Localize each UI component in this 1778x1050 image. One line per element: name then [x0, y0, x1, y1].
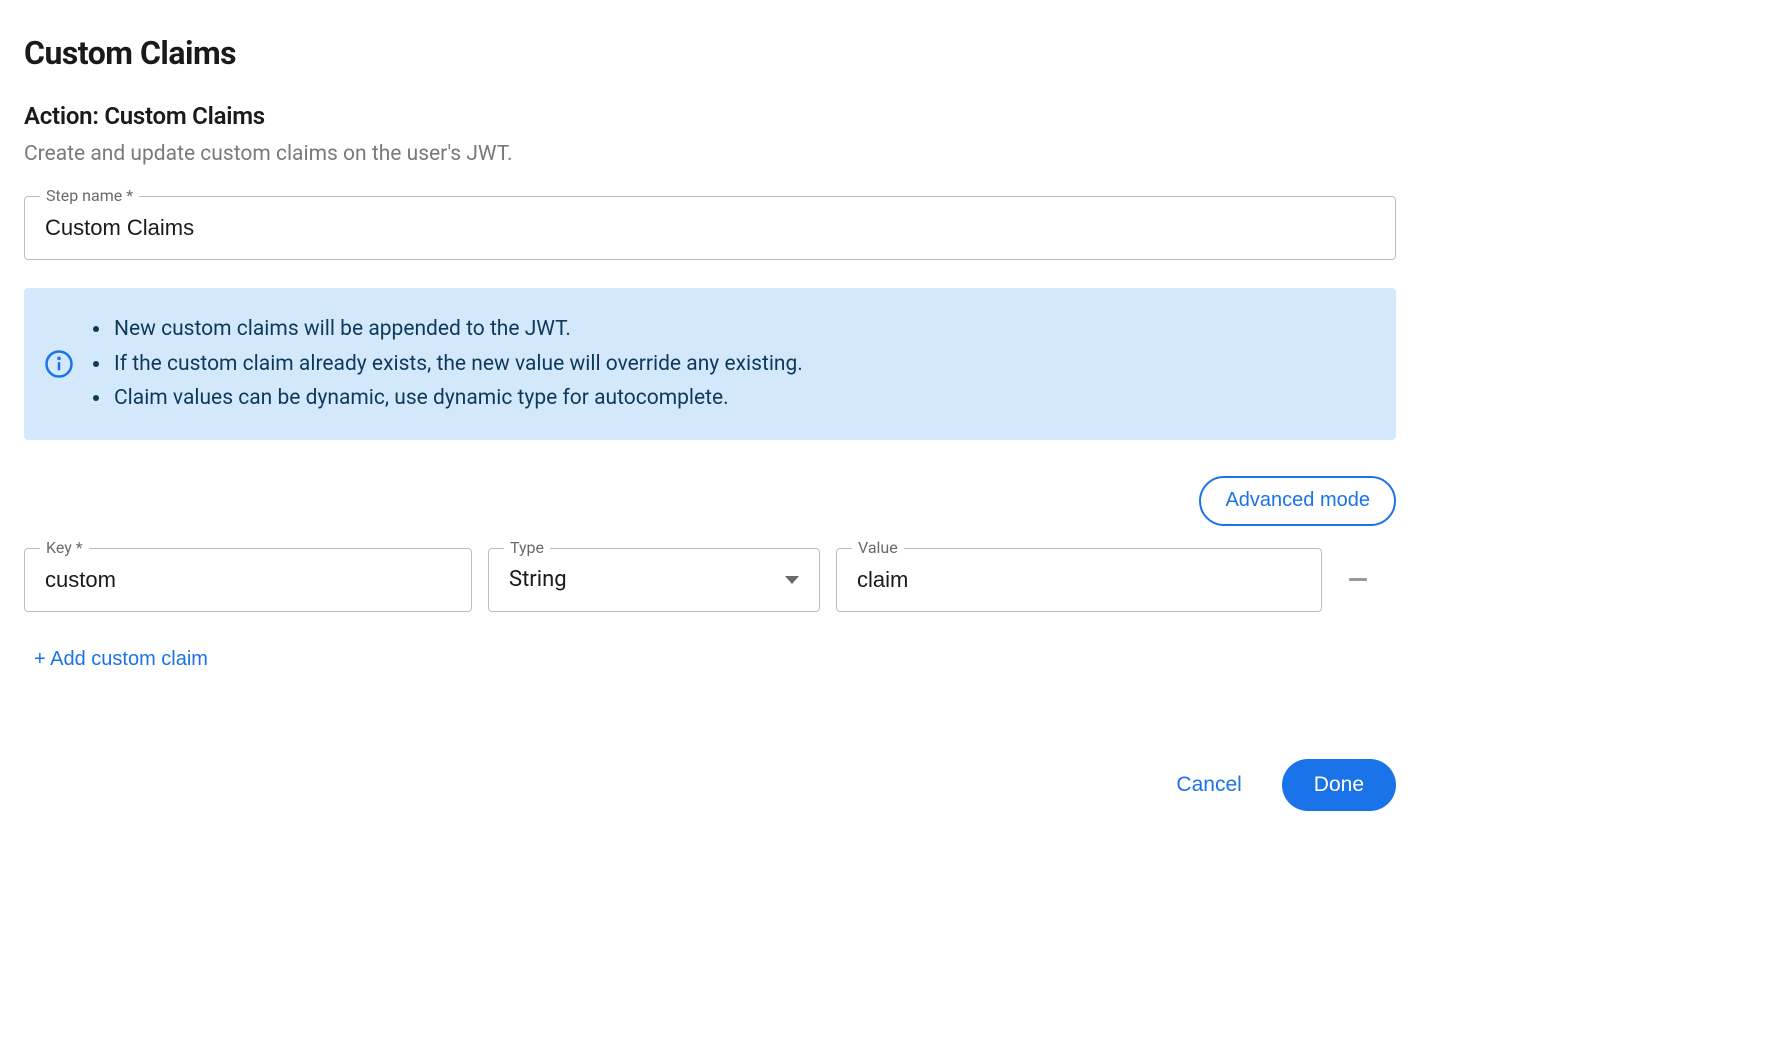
step-name-label: Step name * — [40, 186, 139, 205]
key-input[interactable] — [24, 548, 472, 612]
chevron-down-icon — [785, 576, 799, 584]
add-custom-claim-button[interactable]: + Add custom claim — [28, 640, 214, 679]
minus-icon — [1349, 578, 1367, 581]
type-label: Type — [504, 538, 550, 557]
remove-claim-button[interactable] — [1338, 560, 1378, 600]
page-title: Custom Claims — [24, 34, 1396, 72]
info-alert: New custom claims will be appended to th… — [24, 288, 1396, 440]
info-icon — [44, 349, 74, 379]
type-field: Type String — [488, 548, 820, 612]
info-list: New custom claims will be appended to th… — [94, 312, 803, 416]
value-input[interactable] — [836, 548, 1322, 612]
key-field: Key * — [24, 548, 472, 612]
step-name-input[interactable] — [24, 196, 1396, 260]
action-description: Create and update custom claims on the u… — [24, 142, 1396, 166]
cancel-button[interactable]: Cancel — [1164, 763, 1253, 807]
done-button[interactable]: Done — [1282, 759, 1396, 811]
footer-actions: Cancel Done — [24, 759, 1396, 811]
type-select-value: String — [509, 567, 567, 592]
advanced-mode-button[interactable]: Advanced mode — [1199, 476, 1396, 526]
step-name-field: Step name * — [24, 196, 1396, 260]
key-label: Key * — [40, 538, 89, 557]
type-select[interactable]: String — [488, 548, 820, 612]
value-label: Value — [852, 538, 904, 557]
claim-row: Key * Type String Value — [24, 548, 1396, 612]
info-item: If the custom claim already exists, the … — [112, 347, 803, 382]
info-item: Claim values can be dynamic, use dynamic… — [112, 381, 803, 416]
info-item: New custom claims will be appended to th… — [112, 312, 803, 347]
value-field: Value — [836, 548, 1322, 612]
action-title: Action: Custom Claims — [24, 102, 1396, 130]
